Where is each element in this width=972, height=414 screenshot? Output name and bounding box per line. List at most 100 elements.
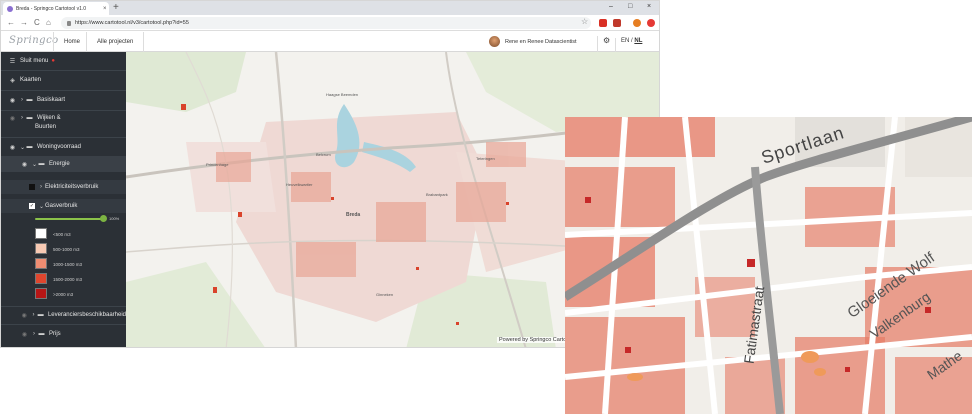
layer-label: Basiskaart — [37, 97, 66, 103]
legend-swatch — [35, 243, 47, 254]
legend-swatch — [35, 273, 47, 284]
tab-strip: Breda - Springco Cartotool v1.0 × + – □ … — [1, 1, 659, 15]
home-icon[interactable]: ⌂ — [46, 18, 51, 28]
springco-logo: Springco — [9, 35, 59, 46]
lang-separator: / — [631, 38, 633, 44]
divider — [1, 110, 126, 111]
folder-icon: ▬ — [38, 331, 45, 337]
language-switch: EN / NL — [615, 38, 642, 52]
minimize-icon[interactable]: – — [609, 3, 613, 10]
eye-off-icon[interactable]: ◉ — [9, 115, 16, 122]
close-menu-label: Sluit menu — [20, 58, 49, 64]
divider — [1, 306, 126, 307]
layer-elektriciteit[interactable]: › Elektriciteitsverbruik — [1, 180, 126, 194]
layer-label: Woningvoorraad — [37, 144, 81, 150]
layer-label: Wijken & — [37, 115, 61, 121]
tab-close-icon[interactable]: × — [103, 6, 107, 12]
layer-wijken-line2: Buurten — [1, 122, 126, 132]
lang-en-link[interactable]: EN — [621, 38, 629, 44]
divider — [1, 90, 126, 91]
nav-all-projects-link[interactable]: Alle projecten — [86, 32, 145, 52]
back-icon[interactable]: ← — [7, 18, 15, 28]
close-menu-button[interactable]: ☰ Sluit menu ● — [1, 54, 126, 68]
browser-tab[interactable]: Breda - Springco Cartotool v1.0 × — [3, 2, 109, 15]
folder-icon: ▬ — [26, 115, 33, 121]
user-menu[interactable]: Rene en Renee Datascientist — [489, 36, 577, 47]
browser-window: Breda - Springco Cartotool v1.0 × + – □ … — [0, 0, 660, 348]
checkbox-unchecked-icon[interactable] — [29, 184, 35, 190]
layer-woningvoorraad[interactable]: ◉ ⌄ ▬ Woningvoorraad — [1, 140, 126, 154]
eye-icon[interactable]: ◉ — [9, 144, 16, 151]
extension-icon[interactable] — [647, 19, 655, 27]
layer-leveringszekerheid[interactable]: ◉ › ▬ Leveranciersbeschikbaarheid — [1, 308, 126, 322]
layer-label: Gasverbruik — [45, 203, 78, 209]
favicon-icon — [7, 5, 13, 12]
chevron-right-icon[interactable]: › — [32, 312, 36, 318]
maps-item[interactable]: ◈ Kaarten — [1, 73, 126, 87]
layer-prijs[interactable]: ◉ › ▬ Prijs — [1, 327, 126, 341]
opacity-slider-track[interactable] — [35, 218, 105, 220]
eye-icon[interactable]: ◉ — [9, 97, 16, 104]
chevron-down-icon[interactable]: ⌄ — [20, 144, 25, 151]
opacity-slider-handle[interactable] — [100, 215, 107, 222]
layer-sidebar: ☰ Sluit menu ● ◈ Kaarten ◉ › ▬ Basiskaar… — [1, 52, 126, 347]
user-name: Rene en Renee Datascientist — [505, 38, 577, 45]
reload-icon[interactable]: C — [34, 18, 40, 28]
divider — [1, 324, 126, 325]
url-input[interactable]: https://www.cartotool.nl/v3/cartotool.ph… — [61, 17, 591, 29]
settings-gear-icon[interactable]: ⚙ — [597, 36, 610, 52]
legend-swatch — [35, 258, 47, 269]
eye-off-icon[interactable]: ◉ — [21, 312, 28, 319]
avatar — [489, 36, 500, 47]
new-tab-button[interactable]: + — [113, 2, 119, 14]
layer-gasverbruik[interactable]: ✓ ⌄ Gasverbruik — [1, 199, 126, 213]
legend-label: 1000-1500 m3 — [53, 262, 83, 267]
legend-label: <500 m3 — [53, 232, 71, 237]
nav-home-link[interactable]: Home — [53, 32, 90, 52]
chevron-down-icon[interactable]: ⌄ — [39, 203, 44, 210]
legend-swatch — [35, 288, 47, 299]
layer-energie[interactable]: ◉ ⌄ ▬ Energie — [1, 156, 126, 172]
layers-icon: ◈ — [10, 77, 15, 84]
chevron-right-icon[interactable]: › — [20, 115, 24, 121]
layer-label: Elektriciteitsverbruik — [45, 184, 99, 190]
map-label-breda: Breda — [346, 212, 361, 218]
legend-label: 500-1000 m3 — [53, 247, 80, 252]
checkbox-checked-icon[interactable]: ✓ — [29, 203, 35, 209]
profile-icon[interactable] — [633, 19, 641, 27]
tab-title: Breda - Springco Cartotool v1.0 — [16, 5, 87, 12]
layer-label: Leveranciersbeschikbaarheid — [47, 312, 126, 318]
layer-basiskaart[interactable]: ◉ › ▬ Basiskaart — [1, 93, 126, 107]
map-label-princenhage: Princenhage — [206, 162, 229, 167]
address-bar: ← → C ⌂ https://www.cartotool.nl/v3/cart… — [1, 15, 659, 31]
lang-nl-link[interactable]: NL — [634, 38, 642, 44]
maps-label: Kaarten — [20, 77, 42, 83]
chevron-right-icon[interactable]: › — [32, 331, 36, 337]
bookmark-star-icon[interactable]: ☆ — [581, 17, 588, 26]
chevron-right-icon[interactable]: › — [39, 184, 43, 190]
zoom-inset-map: Sportlaan Gloeiende Wolf Fatimastraat Va… — [565, 117, 972, 414]
extension-icon[interactable] — [599, 19, 607, 27]
hamburger-icon: ☰ — [9, 58, 16, 65]
map-label-teteringen: Teteringen — [476, 156, 495, 161]
window-close-icon[interactable]: × — [647, 3, 651, 10]
divider — [1, 70, 126, 71]
layer-label: Prijs — [49, 331, 61, 337]
chevron-down-icon[interactable]: ⌄ — [32, 161, 37, 168]
maximize-icon[interactable]: □ — [628, 3, 632, 10]
folder-icon: ▬ — [37, 312, 44, 318]
url-text: https://www.cartotool.nl/v3/cartotool.ph… — [75, 20, 189, 26]
opacity-value: 100% — [109, 216, 120, 221]
divider — [1, 137, 126, 138]
chevron-right-icon[interactable]: › — [20, 97, 24, 103]
layer-label: Energie — [49, 161, 70, 167]
layer-label: Buurten — [35, 124, 57, 130]
map-label-ginneken: Ginneken — [376, 292, 394, 297]
eye-icon[interactable]: ◉ — [21, 161, 28, 168]
app-header: Springco Home Alle projecten Rene en Ren… — [1, 32, 659, 52]
legend-swatch — [35, 228, 47, 239]
map-label-heuvelkwartier: Heuvelkwartier — [286, 182, 313, 187]
forward-icon[interactable]: → — [20, 18, 28, 28]
extension-icon[interactable] — [613, 19, 621, 27]
eye-off-icon[interactable]: ◉ — [21, 331, 28, 338]
